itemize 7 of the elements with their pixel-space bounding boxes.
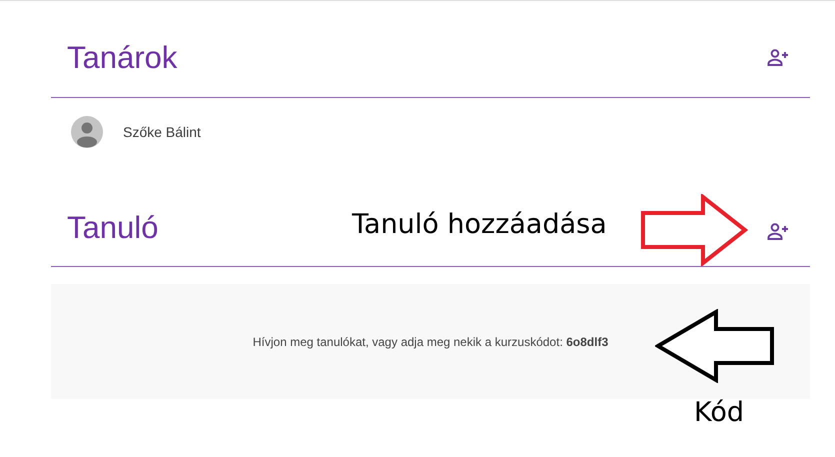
avatar-icon: [71, 116, 103, 148]
invite-message: Hívjon meg tanulókat, vagy adja meg nekik a kurzuskódot: 6o8dlf3: [252, 334, 608, 348]
annotation-label: Tanuló hozzáadása: [352, 209, 607, 240]
annotation-label: Kód: [694, 397, 744, 428]
section-title: Tanuló: [66, 210, 158, 247]
section-title: Tanárok: [66, 40, 178, 76]
member-name: Szőke Bálint: [123, 124, 201, 140]
